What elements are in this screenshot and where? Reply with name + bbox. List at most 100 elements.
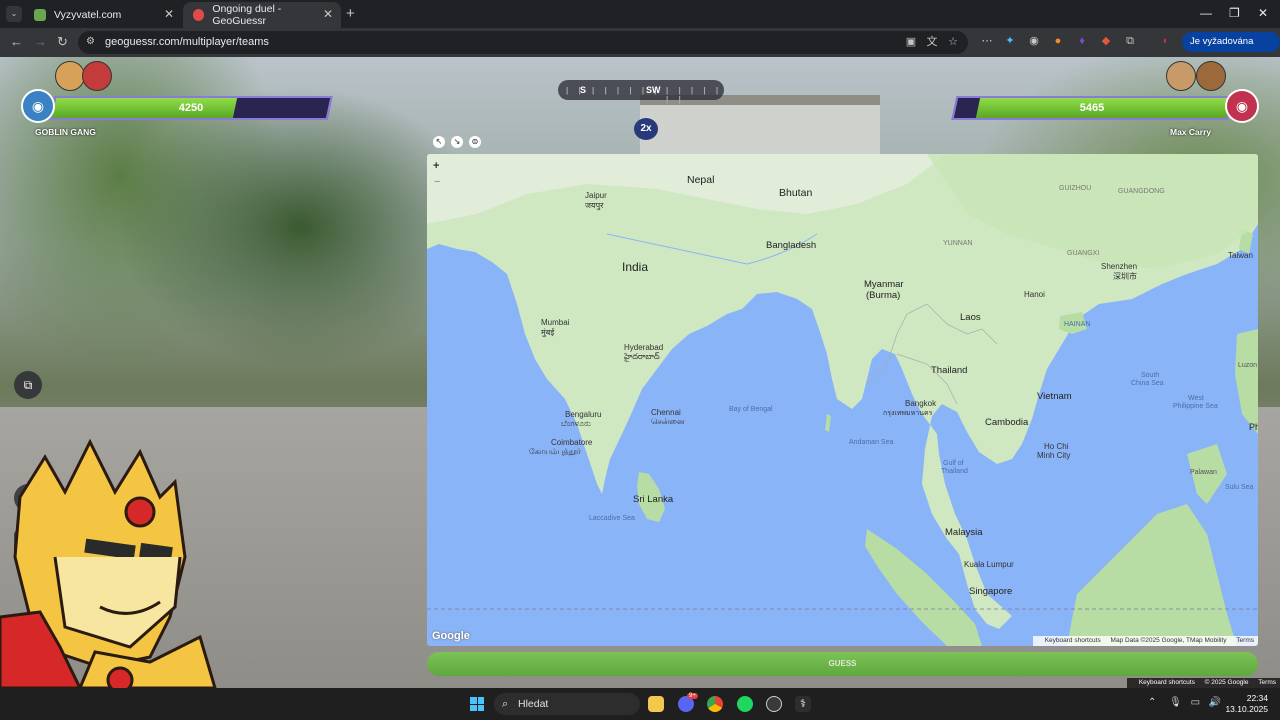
map-label-thailand: Thailand <box>931 365 968 376</box>
cast-icon[interactable]: ▣ <box>904 35 918 49</box>
tab-title: Vyzyvatel.com <box>54 9 122 21</box>
damage-multiplier-badge: 2x <box>634 118 658 140</box>
team-right-avatar <box>1196 61 1226 91</box>
extensions-puzzle-icon[interactable]: ⧉ <box>1123 34 1137 48</box>
close-tab-icon[interactable]: ✕ <box>164 7 174 21</box>
map-label-hanoi: Hanoi <box>1024 290 1045 299</box>
taskbar-clock[interactable]: 22:34 13.10.2025 <box>1224 693 1268 715</box>
browser-tab-strip: ⌄ Vyzyvatel.com ✕ Ongoing duel - GeoGues… <box>0 0 1280 28</box>
map-label-gulf-thailand: Gulf of <box>943 460 964 467</box>
search-icon: ⌕ <box>502 698 509 710</box>
address-bar[interactable]: ⚙ geoguessr.com/multiplayer/teams ▣ 文 ☆ <box>78 31 968 54</box>
spotify-icon[interactable] <box>737 696 753 712</box>
extension-icon[interactable]: ◆ <box>1099 34 1113 48</box>
team-right-health-bar: 5465 <box>951 96 1233 120</box>
microphone-icon[interactable]: 🎙 <box>1169 697 1182 708</box>
map-label-ph: Ph <box>1249 422 1258 432</box>
forward-icon[interactable]: → <box>34 34 47 49</box>
map-label-ho-chi-minh-2: Minh City <box>1037 451 1071 460</box>
tab-geoguessr[interactable]: Ongoing duel - GeoGuessr ✕ <box>183 2 341 28</box>
map-terms-link[interactable]: Terms <box>1236 637 1254 644</box>
tab-search-button[interactable]: ⌄ <box>6 6 22 22</box>
keyboard-shortcuts-link[interactable]: Keyboard shortcuts <box>1139 679 1195 686</box>
map-label-laos: Laos <box>960 312 981 323</box>
map-label-mumbai: Mumbai <box>541 318 570 327</box>
map-label-shenzhen: Shenzhen <box>1101 262 1138 271</box>
discord-badge: 9+ <box>687 693 698 699</box>
network-icon[interactable]: ▭ <box>1191 697 1200 708</box>
team-left-pin-icon: ◉ <box>21 89 55 123</box>
map-enlarge-icon[interactable]: ↘ <box>451 136 463 148</box>
map-label-ho-chi-minh: Ho Chi <box>1044 442 1069 451</box>
guess-map[interactable]: + − Nepal Bhutan Jaipur जयपुर India Bang… <box>427 154 1258 646</box>
guess-button[interactable]: GUESS <box>427 652 1258 676</box>
file-explorer-icon[interactable] <box>648 696 664 712</box>
volume-icon[interactable]: 🔊 <box>1209 697 1221 708</box>
close-tab-icon[interactable]: ✕ <box>323 7 333 21</box>
translate-icon[interactable]: 文 <box>925 35 939 49</box>
action-required-button[interactable]: Je vyžadována akce⋮ <box>1182 32 1280 67</box>
back-icon[interactable]: ← <box>10 34 23 49</box>
map-land-svg <box>427 154 1258 646</box>
map-label-guangxi: GUANGXI <box>1067 250 1100 257</box>
map-label-chennai-native: சென்னை <box>651 417 685 426</box>
bookmark-star-icon[interactable]: ☆ <box>946 35 960 49</box>
map-label-singapore: Singapore <box>969 586 1013 597</box>
extension-menu-icon[interactable]: ⋯ <box>980 34 994 48</box>
map-label-bangladesh: Bangladesh <box>766 240 817 251</box>
restore-window-icon[interactable]: ❐ <box>1229 6 1240 20</box>
map-label-taiwan: Taiwan <box>1228 251 1253 260</box>
extension-eye-icon[interactable]: ◉ <box>1027 34 1041 48</box>
team-right-name: Max Carry <box>1170 127 1212 137</box>
map-label-malaysia: Malaysia <box>945 527 983 538</box>
chrome-icon[interactable] <box>707 696 723 712</box>
site-info-icon[interactable]: ⚙ <box>86 36 98 48</box>
profile-avatar-icon[interactable]: ◐ <box>1159 34 1173 48</box>
url-text[interactable]: geoguessr.com/multiplayer/teams <box>105 36 269 48</box>
map-zoom-in-button[interactable]: + <box>433 160 439 172</box>
team-left-score: 4250 <box>178 102 204 114</box>
map-label-south-china-sea: South <box>1141 372 1160 379</box>
map-label-coimbatore: Coimbatore <box>551 438 593 447</box>
map-label-bangkok: Bangkok <box>905 399 937 408</box>
map-keyboard-shortcuts-link[interactable]: Keyboard shortcuts <box>1045 637 1101 644</box>
taskbar-search-box[interactable]: ⌕ Hledat <box>494 693 640 715</box>
map-label-mumbai-native: मुंबई <box>541 328 555 337</box>
close-window-icon[interactable]: ✕ <box>1258 6 1268 20</box>
windows-start-icon[interactable] <box>470 697 484 711</box>
map-label-nepal: Nepal <box>687 174 715 186</box>
map-data-attribution: Map Data ©2025 Google, TMap Mobility <box>1110 637 1227 644</box>
map-label-hainan: HAINAN <box>1064 321 1091 328</box>
app-icon[interactable]: ⚕ <box>795 696 811 712</box>
reload-icon[interactable]: ↻ <box>57 34 68 50</box>
browser-toolbar: ← → ↻ ⚙ geoguessr.com/multiplayer/teams … <box>0 28 1280 67</box>
new-tab-button[interactable]: + <box>346 5 355 22</box>
extension-icon[interactable]: ✦ <box>1003 34 1017 48</box>
team-left-health-bar: 4250 <box>49 96 333 120</box>
extension-icon[interactable]: ♦ <box>1075 34 1089 48</box>
flag-chat-icon[interactable]: ⧉ <box>14 371 42 399</box>
tab-vyzyvatel[interactable]: Vyzyvatel.com ✕ <box>24 2 182 28</box>
vyzyvatel-favicon-icon <box>34 9 46 21</box>
team-right-pin-icon: ◉ <box>1225 89 1259 123</box>
minimize-window-icon[interactable]: — <box>1200 6 1212 20</box>
map-attribution: Keyboard shortcuts Map Data ©2025 Google… <box>1032 636 1258 646</box>
streetview-panorama[interactable]: 4250 ◉ GOBLIN GANG 5465 ◉ Max Carry | | … <box>0 57 1280 688</box>
clock-date: 13.10.2025 <box>1225 704 1268 714</box>
map-label-kuala-lumpur: Kuala Lumpur <box>964 560 1014 569</box>
tray-chevron-icon[interactable]: ⌃ <box>1148 697 1156 708</box>
map-shrink-icon[interactable]: ↖ <box>433 136 445 148</box>
map-label-palawan: Palawan <box>1190 469 1217 476</box>
steam-icon[interactable] <box>766 696 782 712</box>
map-label-gulf-thailand-2: Thailand <box>941 468 968 475</box>
mascot-king-icon <box>0 438 217 688</box>
map-label-shenzhen-native: 深圳市 <box>1113 272 1137 281</box>
map-label-south-china-sea-2: China Sea <box>1131 380 1164 387</box>
map-label-bengaluru-native: ಬೆಂಗಳೂರು <box>561 419 591 428</box>
compass-label-sw: SW <box>646 85 661 95</box>
terms-link[interactable]: Terms <box>1258 679 1276 686</box>
map-label-luzon: Luzon <box>1238 362 1258 369</box>
map-zoom-out-button[interactable]: − <box>434 176 440 188</box>
map-pin-toggle-icon[interactable]: ⊜ <box>469 136 481 148</box>
extension-icon[interactable]: ● <box>1051 34 1065 48</box>
